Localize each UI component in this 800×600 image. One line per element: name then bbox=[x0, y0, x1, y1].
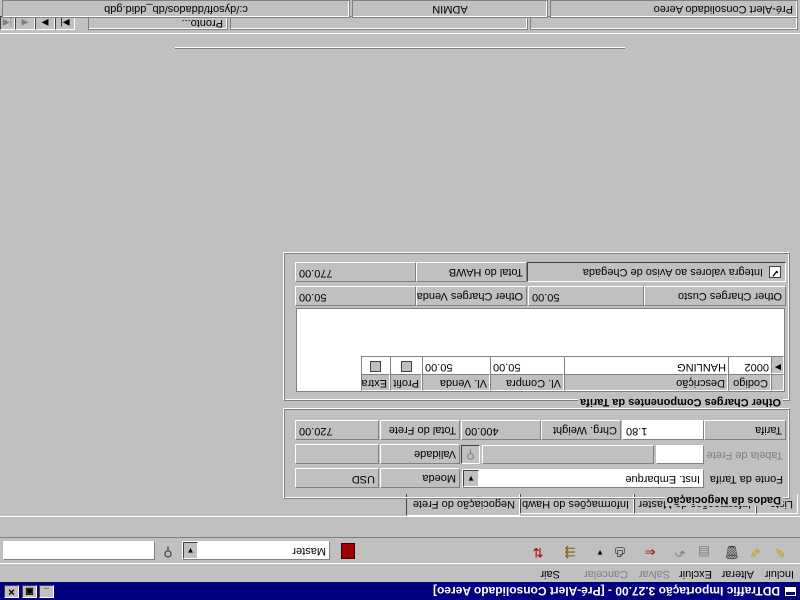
total-hawb-label: Total do HAWB bbox=[416, 262, 527, 282]
separator-line bbox=[175, 47, 625, 49]
grid-header-descricao[interactable]: Descrição bbox=[564, 374, 728, 391]
grid-header-codigo[interactable]: Codigo bbox=[728, 374, 771, 391]
menu-sair[interactable]: Sair bbox=[540, 568, 560, 580]
door-icon[interactable] bbox=[341, 543, 355, 559]
report-icon[interactable]: ⇶ bbox=[560, 541, 580, 561]
search-icon[interactable]: ⚲ bbox=[158, 541, 178, 561]
print-icon[interactable]: ⎙ bbox=[610, 541, 630, 561]
moeda-field[interactable]: USD bbox=[295, 468, 379, 488]
edit-record-icon[interactable]: ✐ bbox=[745, 541, 765, 561]
table-row-descricao[interactable]: HANLING bbox=[564, 356, 728, 374]
status-pronto: Pronto... bbox=[88, 16, 228, 30]
negociacao-group-title: Dados da Negociação bbox=[664, 494, 783, 506]
menu-salvar[interactable]: Salvar bbox=[639, 568, 670, 580]
chrg-weight-label: Chrg. Weight bbox=[541, 420, 621, 440]
fonte-tarifa-label: Fonte da Tarifa bbox=[709, 473, 783, 485]
tabela-frete-code[interactable] bbox=[656, 445, 704, 464]
status-divider bbox=[0, 33, 800, 34]
table-row-profit[interactable] bbox=[390, 356, 422, 374]
validade-field[interactable] bbox=[295, 444, 379, 464]
table-row-extra[interactable] bbox=[361, 356, 390, 374]
nav-first-icon[interactable]: |◀ bbox=[0, 16, 15, 30]
import-icon[interactable]: ⇐ bbox=[640, 541, 660, 561]
minimize-icon[interactable]: _ bbox=[39, 585, 54, 598]
total-frete-field: 720.00 bbox=[295, 420, 379, 440]
status-user: ADMIN bbox=[352, 0, 548, 18]
menu-bar: Incluir Alterar Excluir Salvar Cancelar … bbox=[0, 564, 800, 582]
grid-header-extra[interactable]: Extra bbox=[361, 374, 390, 391]
close-icon[interactable]: ✕ bbox=[4, 585, 19, 598]
tarifa-field[interactable]: 1.80 bbox=[622, 420, 704, 440]
chrg-weight-field[interactable]: 400.00 bbox=[461, 420, 541, 440]
status-form-name: Pré-Alert Consolidado Aereo bbox=[550, 0, 798, 18]
moeda-label: Moeda bbox=[380, 468, 460, 488]
table-row-vl-venda[interactable]: 50.00 bbox=[422, 356, 490, 374]
tab-strip bbox=[0, 516, 800, 536]
oc-custo-label: Other Charges Custo bbox=[644, 286, 786, 306]
integra-label: Integra valores ao Aviso de Chegada bbox=[582, 266, 763, 278]
oc-venda-label: Other Charges Venda bbox=[416, 286, 527, 306]
status-db-path: c:/dysoft/ddados/db_ddid.gdb bbox=[2, 0, 350, 18]
integra-checkbox[interactable]: ✓ bbox=[769, 266, 781, 278]
save-icon[interactable]: ▤ bbox=[694, 541, 714, 561]
menu-cancelar[interactable]: Cancelar bbox=[584, 568, 628, 580]
search-input[interactable] bbox=[3, 541, 155, 560]
row-indicator-icon: ▶ bbox=[771, 356, 784, 374]
total-hawb-field: 770.00 bbox=[295, 262, 416, 282]
print-dropdown-icon[interactable]: ▼ bbox=[590, 541, 610, 561]
fonte-dropdown-icon[interactable]: ▼ bbox=[463, 470, 479, 487]
chevron-down-icon[interactable]: ▼ bbox=[183, 542, 198, 559]
app-icon bbox=[784, 586, 797, 597]
restore-icon[interactable]: ▣ bbox=[22, 585, 37, 598]
undo-icon[interactable]: ↶ bbox=[670, 541, 690, 561]
table-row-codigo[interactable]: 0002 bbox=[728, 356, 771, 374]
status-panel-blank bbox=[230, 16, 528, 30]
total-frete-label: Total do Frete bbox=[380, 420, 460, 440]
tabela-lookup-icon[interactable]: ⚲ bbox=[461, 445, 480, 464]
tarifa-label: Tarifa bbox=[704, 420, 786, 440]
grid-header-vl-compra[interactable]: Vl. Compra bbox=[490, 374, 564, 391]
table-row-vl-compra[interactable]: 50.00 bbox=[490, 356, 564, 374]
tabela-frete-label: Tabela de Frete bbox=[706, 449, 783, 461]
oc-venda-field: 50.00 bbox=[295, 286, 416, 306]
master-select[interactable]: Master bbox=[182, 541, 330, 560]
other-charges-group-title: Other Charges Componentes da Tarifa bbox=[578, 396, 783, 408]
nav-prior-icon[interactable]: ◀ bbox=[15, 16, 35, 30]
menu-incluir[interactable]: Incluir bbox=[765, 568, 794, 580]
delete-record-icon[interactable]: 🗑 bbox=[722, 541, 742, 561]
transfer-icon[interactable]: ⇅ bbox=[528, 541, 548, 561]
menu-alterar[interactable]: Alterar bbox=[722, 568, 754, 580]
window-title: DDTraffic Importação 3.27.00 - [Pré-Aler… bbox=[433, 584, 780, 598]
oc-custo-field: 50.00 bbox=[528, 286, 644, 306]
grid-header-vl-venda[interactable]: Vl. Venda bbox=[422, 374, 490, 391]
title-bar: DDTraffic Importação 3.27.00 - [Pré-Aler… bbox=[0, 582, 800, 600]
grid-header-profit[interactable]: Profit bbox=[390, 374, 422, 391]
tabela-frete-desc bbox=[482, 445, 654, 464]
nav-last-icon[interactable]: ▶| bbox=[55, 16, 75, 30]
nav-next-icon[interactable]: ▶ bbox=[35, 16, 55, 30]
integra-checkbox-row[interactable]: ✓ Integra valores ao Aviso de Chegada bbox=[527, 262, 786, 282]
profit-checkbox[interactable] bbox=[401, 361, 412, 373]
extra-checkbox[interactable] bbox=[370, 361, 382, 373]
fonte-tarifa-select[interactable]: Inst. Embarque bbox=[462, 469, 704, 488]
app-window: DDTraffic Importação 3.27.00 - [Pré-Aler… bbox=[0, 0, 800, 600]
menu-excluir[interactable]: Excluir bbox=[679, 568, 712, 580]
new-record-icon[interactable]: ✎ bbox=[770, 541, 790, 561]
status-panel-empty bbox=[530, 16, 798, 30]
grid-indicator-header bbox=[771, 374, 784, 391]
validade-label: Validade bbox=[380, 444, 460, 464]
